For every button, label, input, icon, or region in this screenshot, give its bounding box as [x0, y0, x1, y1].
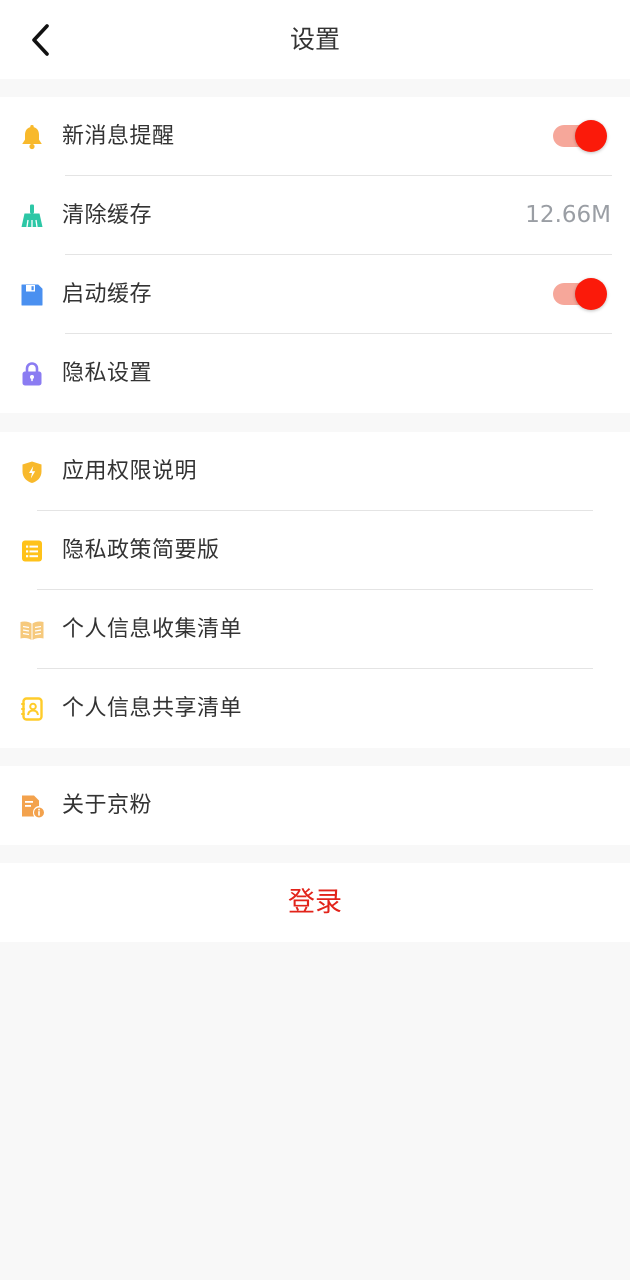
toggle-knob — [575, 278, 607, 310]
setting-row-privacy-policy-brief[interactable]: 隐私政策简要版 — [0, 511, 630, 590]
broom-icon — [19, 203, 45, 229]
startup-cache-toggle[interactable] — [551, 278, 607, 310]
lock-icon — [19, 361, 45, 387]
setting-label: 个人信息共享清单 — [62, 696, 243, 721]
page-title: 设置 — [289, 25, 340, 54]
cache-size-value: 12.66M — [525, 202, 611, 228]
list-icon — [19, 538, 45, 564]
settings-group-privacy-docs: 应用权限说明 隐私政策简要版 个人信息收集清单 个人信息共享清单 — [0, 432, 630, 748]
login-button[interactable]: 登录 — [0, 863, 630, 942]
setting-row-privacy-settings[interactable]: 隐私设置 — [0, 334, 630, 413]
save-icon — [19, 282, 45, 308]
login-section: 登录 — [0, 863, 630, 942]
setting-label: 启动缓存 — [62, 282, 153, 307]
new-message-alert-toggle[interactable] — [551, 120, 607, 152]
setting-row-clear-cache[interactable]: 清除缓存 12.66M — [0, 176, 630, 255]
setting-label: 应用权限说明 — [62, 459, 198, 484]
setting-row-personal-info-collection[interactable]: 个人信息收集清单 — [0, 590, 630, 669]
contact-card-icon — [19, 696, 45, 722]
toggle-knob — [575, 120, 607, 152]
setting-label: 清除缓存 — [62, 203, 153, 228]
setting-row-startup-cache[interactable]: 启动缓存 — [0, 255, 630, 334]
setting-row-app-permissions[interactable]: 应用权限说明 — [0, 432, 630, 511]
info-document-icon — [19, 793, 45, 819]
bell-icon — [19, 124, 45, 150]
settings-group-about: 关于京粉 — [0, 766, 630, 845]
settings-group-general: 新消息提醒 清除缓存 12.66M 启动缓存 隐私设置 — [0, 97, 630, 413]
book-icon — [19, 617, 45, 643]
header-bar: 设置 — [0, 0, 630, 79]
setting-label: 隐私政策简要版 — [62, 538, 220, 563]
setting-row-personal-info-sharing[interactable]: 个人信息共享清单 — [0, 669, 630, 748]
setting-label: 新消息提醒 — [62, 124, 175, 149]
shield-icon — [19, 459, 45, 485]
setting-row-about[interactable]: 关于京粉 — [0, 766, 630, 845]
setting-label: 个人信息收集清单 — [62, 617, 243, 642]
setting-label: 关于京粉 — [62, 793, 153, 818]
setting-label: 隐私设置 — [62, 361, 153, 386]
setting-row-new-message-alert[interactable]: 新消息提醒 — [0, 97, 630, 176]
